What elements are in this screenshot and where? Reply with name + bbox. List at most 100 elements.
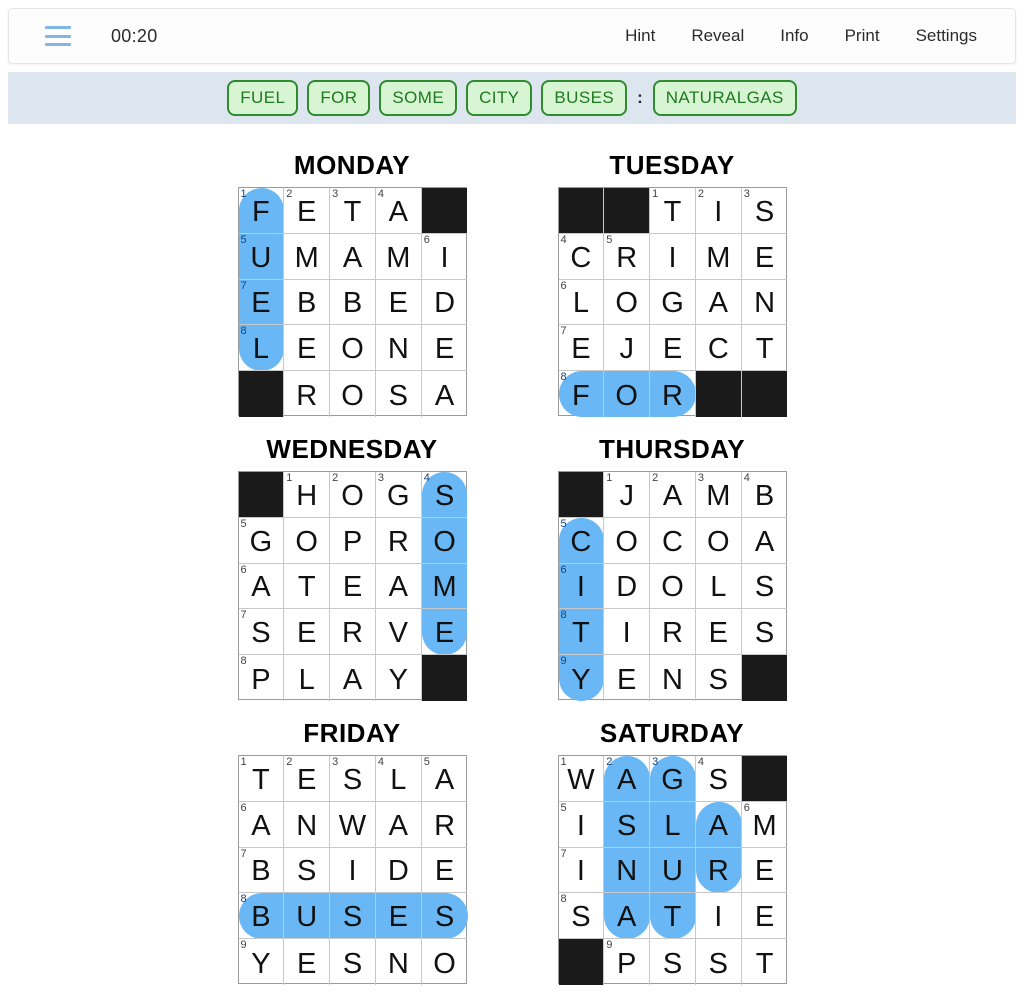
answer-chip-city[interactable]: CITY	[466, 80, 533, 116]
grid-cell[interactable]: O	[330, 325, 376, 372]
grid-cell[interactable]: U	[650, 847, 696, 894]
grid-cell[interactable]: E	[284, 939, 331, 985]
grid-cell[interactable]: N	[741, 280, 788, 326]
grid-cell[interactable]: 5U	[238, 233, 285, 280]
grid-cell[interactable]: S	[650, 939, 696, 985]
grid-cell[interactable]: E	[604, 655, 651, 701]
grid-cell[interactable]: P	[330, 517, 376, 564]
grid-cell[interactable]: T	[742, 939, 788, 985]
grid-cell[interactable]: 6I	[421, 234, 468, 280]
grid-cell[interactable]: E	[375, 893, 422, 940]
answer-chip-fuel[interactable]: FUEL	[227, 80, 299, 116]
grid-cell[interactable]: R	[330, 609, 376, 656]
grid-cell[interactable]: E	[284, 609, 331, 656]
grid-cell[interactable]: A	[695, 801, 742, 848]
grid-cell[interactable]: 1W	[558, 756, 605, 802]
grid-cell[interactable]: B	[330, 279, 376, 326]
grid-cell[interactable]: O	[695, 517, 742, 564]
grid-cell[interactable]: W	[330, 801, 376, 848]
grid-cell[interactable]: 4S	[695, 756, 742, 802]
grid-cell[interactable]: S	[330, 939, 376, 985]
grid-cell[interactable]: U	[284, 893, 331, 940]
grid-cell[interactable]: 3T	[330, 188, 376, 234]
grid-cell[interactable]: 8T	[558, 609, 605, 656]
grid-cell[interactable]: E	[741, 848, 788, 894]
grid-cell[interactable]: V	[375, 609, 422, 656]
grid-cell[interactable]: G	[650, 279, 696, 326]
grid-cell[interactable]: M	[695, 233, 742, 280]
grid-cell[interactable]: O	[422, 939, 468, 985]
grid-cell[interactable]: S	[284, 847, 331, 894]
grid-cell[interactable]: 3G	[650, 756, 696, 802]
grid-cell[interactable]: 9Y	[239, 939, 285, 985]
grid-cell[interactable]: 4S	[421, 472, 468, 518]
grid-cell[interactable]: 4C	[558, 233, 605, 280]
grid-cell[interactable]: E	[695, 609, 742, 656]
grid-cell[interactable]: 2A	[650, 472, 696, 518]
grid-cell[interactable]: L	[695, 563, 742, 610]
grid-cell[interactable]: I	[695, 893, 742, 940]
grid-cell[interactable]: S	[696, 939, 742, 985]
grid-cell[interactable]: E	[741, 893, 788, 940]
answer-chip-for[interactable]: FOR	[307, 80, 371, 116]
grid-cell[interactable]: 1F	[238, 188, 285, 234]
grid-cell[interactable]: 5I	[558, 801, 605, 848]
grid-cell[interactable]: R	[375, 517, 422, 564]
grid-cell[interactable]: S	[741, 609, 788, 656]
grid-cell[interactable]: 4B	[741, 472, 788, 518]
nav-item-reveal[interactable]: Reveal	[691, 26, 744, 46]
grid-cell[interactable]: 2O	[330, 472, 376, 518]
grid-cell[interactable]: 5G	[238, 517, 285, 564]
grid-cell[interactable]: 2A	[604, 756, 651, 802]
grid-cell[interactable]: 7S	[238, 609, 285, 656]
grid-cell[interactable]: O	[604, 371, 651, 417]
grid-cell[interactable]: 9Y	[559, 655, 605, 701]
grid-cell[interactable]: R	[650, 609, 696, 656]
grid-cell[interactable]: M	[421, 564, 468, 610]
grid-cell[interactable]: B	[284, 279, 331, 326]
grid-cell[interactable]: A	[330, 655, 376, 701]
grid-cell[interactable]: O	[650, 563, 696, 610]
grid-cell[interactable]: 1T	[650, 188, 696, 234]
grid-cell[interactable]: 6I	[558, 563, 605, 610]
grid-cell[interactable]: E	[421, 325, 468, 372]
grid-cell[interactable]: 2E	[284, 188, 331, 234]
grid-cell[interactable]: S	[696, 655, 742, 701]
grid-cell[interactable]: 1J	[604, 472, 651, 518]
grid-cell[interactable]: I	[330, 847, 376, 894]
grid-cell[interactable]: M	[284, 233, 331, 280]
answer-chip-some[interactable]: SOME	[379, 80, 458, 116]
grid-cell[interactable]: 1T	[238, 756, 285, 802]
grid-cell[interactable]: 8B	[238, 893, 285, 940]
grid-cell[interactable]: O	[421, 518, 468, 564]
answer-chip-solution[interactable]: NATURALGAS	[652, 80, 797, 116]
grid-cell[interactable]: C	[695, 325, 742, 372]
grid-cell[interactable]: O	[330, 371, 376, 417]
grid-cell[interactable]: N	[284, 801, 331, 848]
grid-cell[interactable]: D	[421, 280, 468, 326]
grid-cell[interactable]: M	[375, 233, 422, 280]
grid-cell[interactable]: O	[604, 279, 651, 326]
grid-cell[interactable]: 2E	[284, 756, 331, 802]
grid-cell[interactable]: 9P	[604, 939, 651, 985]
grid-cell[interactable]: R	[421, 802, 468, 848]
grid-cell[interactable]: S	[741, 564, 788, 610]
grid-cell[interactable]: 8P	[239, 655, 285, 701]
grid-cell[interactable]: 8S	[558, 893, 605, 940]
grid-cell[interactable]: 3S	[330, 756, 376, 802]
grid-cell[interactable]: L	[284, 655, 331, 701]
nav-item-info[interactable]: Info	[780, 26, 808, 46]
grid-cell[interactable]: S	[376, 371, 422, 417]
grid-cell[interactable]: 3S	[741, 188, 788, 234]
answer-chip-buses[interactable]: BUSES	[541, 80, 628, 116]
grid-cell[interactable]: E	[650, 325, 696, 372]
nav-item-print[interactable]: Print	[845, 26, 880, 46]
grid-cell[interactable]: D	[375, 847, 422, 894]
grid-cell[interactable]: J	[604, 325, 651, 372]
grid-cell[interactable]: 8L	[238, 325, 285, 372]
grid-cell[interactable]: 3G	[375, 472, 422, 518]
grid-cell[interactable]: O	[604, 517, 651, 564]
grid-cell[interactable]: 7E	[238, 279, 285, 326]
grid-cell[interactable]: T	[284, 563, 331, 610]
nav-item-settings[interactable]: Settings	[916, 26, 977, 46]
